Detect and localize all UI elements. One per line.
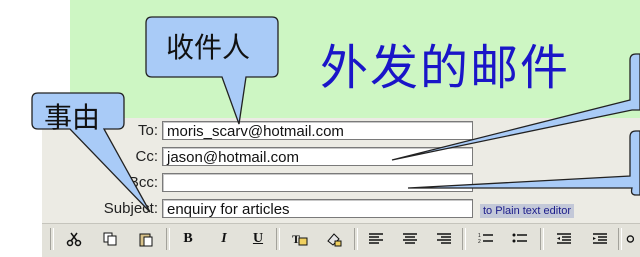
bcc-callout-bubble xyxy=(407,130,640,196)
recipient-callout-text: 收件人 xyxy=(166,31,251,64)
cc-callout-bubble xyxy=(391,53,640,161)
reason-callout-text: 事由 xyxy=(44,101,101,134)
